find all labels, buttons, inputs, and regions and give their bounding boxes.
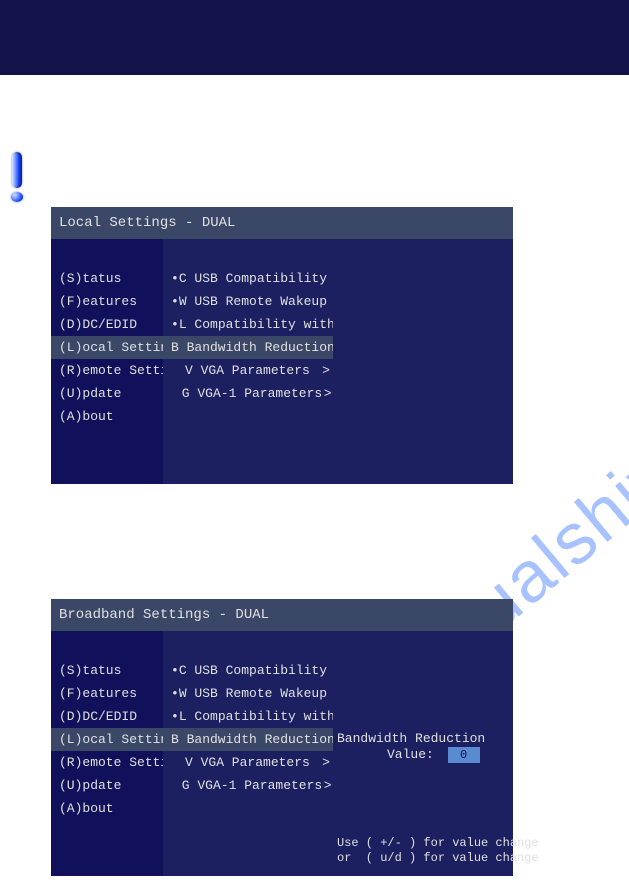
menu-mid-item[interactable]: •L Compatibility with Linux (163, 705, 333, 728)
menu-left-item[interactable]: (L)ocal Settings (51, 336, 163, 359)
menu-left-item[interactable]: (F)eatures (51, 290, 163, 313)
menu-left-item[interactable]: (S)tatus (51, 659, 163, 682)
panel-title: Broadband Settings - DUAL (51, 599, 513, 631)
param-value-row: Value: 0 (387, 747, 480, 763)
menu-mid-label: W USB Remote Wakeup (179, 290, 327, 313)
menu-mid-label: V VGA Parameters (185, 751, 319, 774)
menu-mid: •C USB Compatibility Mode•W USB Remote W… (163, 631, 333, 876)
menu-left-item[interactable]: (D)DC/EDID (51, 313, 163, 336)
menu-mid-item[interactable]: V VGA Parameters> (163, 359, 333, 382)
panel-broadband-settings: Broadband Settings - DUAL (S)tatus(F)eat… (51, 599, 513, 876)
menu-mid-item[interactable]: V VGA Parameters> (163, 751, 333, 774)
menu-mid-label: B Bandwidth Reduction (171, 336, 335, 359)
bullet-icon: • (171, 659, 179, 682)
menu-mid-label: G VGA-1 Parameters (182, 382, 322, 405)
menu-left-item[interactable]: (A)bout (51, 797, 163, 820)
bullet-icon (171, 382, 182, 405)
panel-title: Local Settings - DUAL (51, 207, 513, 239)
menu-mid-label: B Bandwidth Reduction (171, 728, 335, 751)
param-help: Use ( +/- ) for value change or ( u/d ) … (337, 836, 539, 866)
bullet-icon (171, 751, 185, 774)
menu-mid-label: V VGA Parameters (185, 359, 319, 382)
menu-mid-item[interactable]: •W USB Remote Wakeup (163, 290, 333, 313)
chevron-right-icon: > (319, 751, 333, 774)
menu-mid-label: W USB Remote Wakeup (179, 682, 327, 705)
menu-left-item[interactable]: (F)eatures (51, 682, 163, 705)
panel-right: Bandwidth Reduction Value: 0 Use ( +/- )… (333, 631, 513, 876)
bullet-icon: • (171, 313, 179, 336)
bullet-icon: • (171, 267, 179, 290)
menu-mid-item[interactable]: B Bandwidth Reduction> (163, 336, 333, 359)
menu-left-item[interactable]: (S)tatus (51, 267, 163, 290)
bullet-icon (171, 774, 182, 797)
menu-mid: •C USB Compatibility Mode•W USB Remote W… (163, 239, 333, 484)
menu-mid-item[interactable]: •L Compatibility with Linux (163, 313, 333, 336)
exclamation-icon (10, 152, 24, 204)
menu-mid-item[interactable]: •C USB Compatibility Mode (163, 267, 333, 290)
menu-left-item[interactable]: (U)pdate (51, 382, 163, 405)
menu-left-item[interactable]: (D)DC/EDID (51, 705, 163, 728)
menu-mid-label: G VGA-1 Parameters (182, 774, 322, 797)
menu-left-item[interactable]: (R)emote Settings (51, 751, 163, 774)
bullet-icon (171, 359, 185, 382)
chevron-right-icon: > (322, 382, 333, 405)
bullet-icon: • (171, 290, 179, 313)
menu-left: (S)tatus(F)eatures(D)DC/EDID(L)ocal Sett… (51, 631, 163, 876)
menu-left-item[interactable]: (L)ocal Settings (51, 728, 163, 751)
bullet-icon: • (171, 705, 179, 728)
menu-mid-item[interactable]: B Bandwidth Reduction> (163, 728, 333, 751)
param-value-label: Value: (387, 747, 434, 762)
bullet-icon: • (171, 682, 179, 705)
menu-mid-item[interactable]: G VGA-1 Parameters> (163, 774, 333, 797)
menu-mid-item[interactable]: G VGA-1 Parameters> (163, 382, 333, 405)
param-value[interactable]: 0 (448, 747, 480, 763)
panel-local-settings: Local Settings - DUAL (S)tatus(F)eatures… (51, 207, 513, 484)
menu-mid-item[interactable]: •W USB Remote Wakeup (163, 682, 333, 705)
menu-left-item[interactable]: (R)emote Settings (51, 359, 163, 382)
chevron-right-icon: > (319, 359, 333, 382)
menu-left-item[interactable]: (U)pdate (51, 774, 163, 797)
chevron-right-icon: > (322, 774, 333, 797)
panel-right (333, 239, 513, 484)
param-label: Bandwidth Reduction (333, 731, 485, 746)
menu-left-item[interactable]: (A)bout (51, 405, 163, 428)
menu-mid-item[interactable]: •C USB Compatibility Mode (163, 659, 333, 682)
top-band (0, 0, 629, 75)
menu-left: (S)tatus(F)eatures(D)DC/EDID(L)ocal Sett… (51, 239, 163, 484)
